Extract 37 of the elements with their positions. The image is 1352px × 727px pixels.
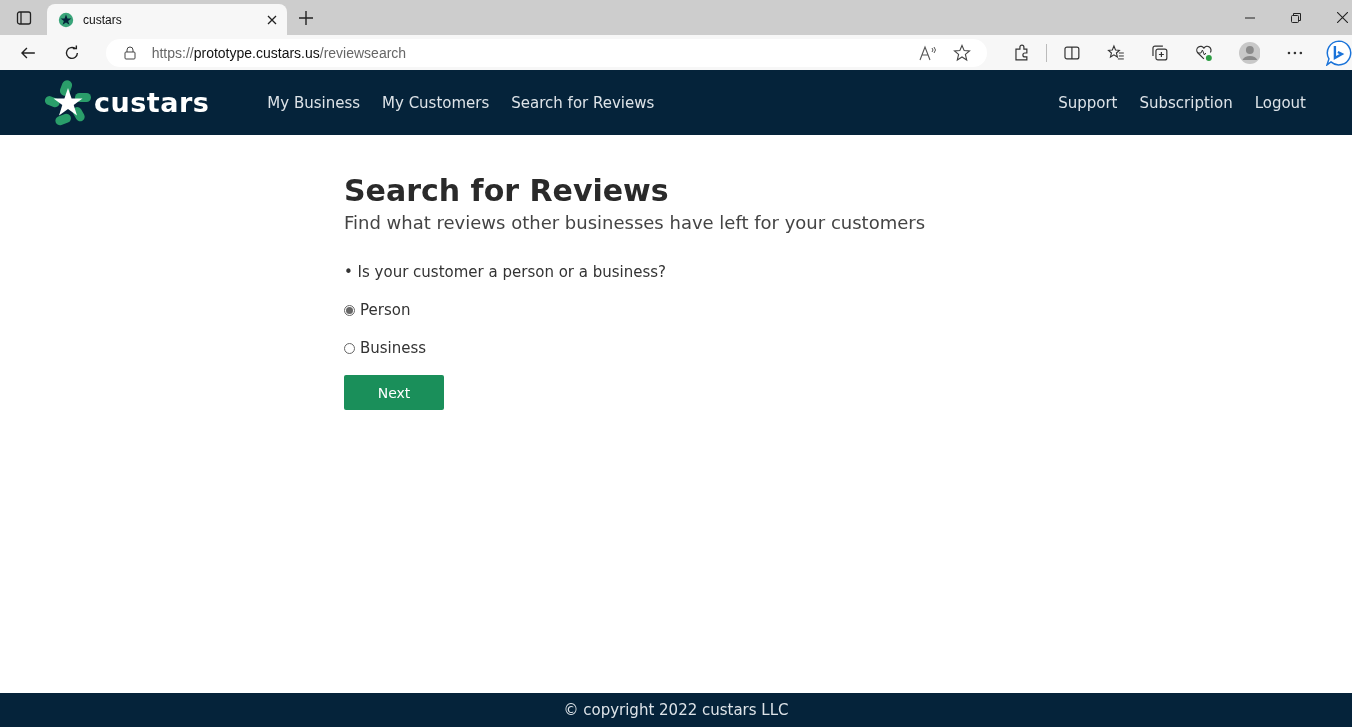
nav-link[interactable]: My Business (267, 93, 361, 112)
read-aloud-icon[interactable] (918, 44, 937, 61)
page-subtitle: Find what reviews other businesses have left for your customers (344, 212, 926, 233)
chat-bubble-icon[interactable] (1326, 39, 1352, 66)
restore-icon[interactable] (1291, 12, 1301, 23)
split-screen-icon[interactable] (1063, 43, 1082, 62)
address-field[interactable]: https://prototype.custars.us/reviewsearch (105, 38, 987, 67)
close-icon[interactable] (1337, 12, 1348, 23)
lock-icon (123, 45, 136, 60)
next-button[interactable]: Next (344, 375, 444, 410)
more-icon[interactable] (1286, 50, 1305, 55)
star-logo-icon (57, 10, 75, 29)
radio-label[interactable]: Person (360, 301, 411, 319)
copyright-text: © copyright 2022 custars LLC (563, 701, 789, 719)
question-text: • Is your customer a person or a business? (344, 263, 667, 281)
favorites-icon[interactable] (1107, 43, 1126, 62)
nav-link[interactable]: Support (1058, 93, 1118, 112)
radio-label[interactable]: Business (360, 339, 427, 357)
nav-link[interactable]: Logout (1254, 93, 1306, 112)
page-title: Search for Reviews (344, 173, 669, 208)
avatar-icon[interactable] (1238, 41, 1261, 64)
tab-title: custars (83, 12, 123, 27)
nav-link[interactable]: Search for Reviews (511, 93, 655, 112)
nav-link[interactable]: My Customers (382, 93, 490, 112)
browser-tab[interactable]: custars (47, 4, 287, 35)
star-logo-icon (44, 78, 92, 127)
collections-icon[interactable] (1151, 43, 1169, 62)
heart-pulse-icon[interactable] (1194, 43, 1213, 62)
brand-name[interactable]: custars (94, 87, 210, 118)
puzzle-icon[interactable] (1012, 43, 1031, 62)
sidebar-icon[interactable] (16, 9, 32, 26)
nav-link[interactable]: Subscription (1139, 93, 1233, 112)
refresh-icon[interactable] (63, 44, 80, 61)
close-icon[interactable] (267, 14, 277, 25)
plus-icon[interactable] (299, 10, 313, 25)
star-icon[interactable] (952, 43, 971, 62)
url-text: https://prototype.custars.us/reviewsearch (151, 44, 407, 61)
